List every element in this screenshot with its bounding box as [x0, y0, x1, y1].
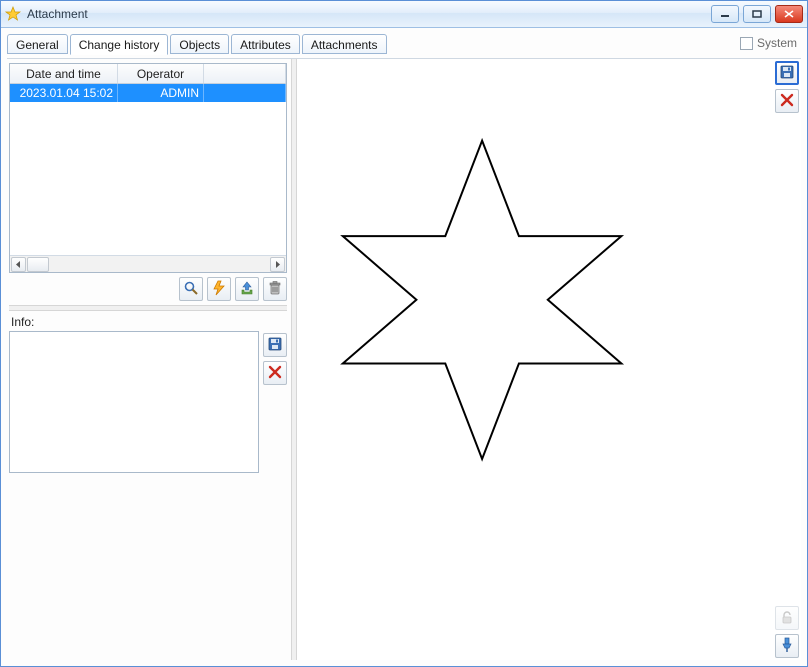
history-grid-body[interactable]: 2023.01.04 15:02 ADMIN: [10, 84, 286, 255]
window-title: Attachment: [27, 7, 88, 21]
trash-icon: [267, 280, 283, 299]
history-col-operator[interactable]: Operator: [118, 64, 204, 83]
trash-button[interactable]: [263, 277, 287, 301]
history-hscrollbar[interactable]: [10, 255, 286, 272]
history-cell-spacer: [204, 84, 286, 102]
search-icon: [183, 280, 199, 299]
system-checkbox-label: System: [757, 36, 797, 50]
info-save-button[interactable]: [263, 333, 287, 357]
history-cell-date: 2023.01.04 15:02: [10, 84, 118, 102]
tab-strip: General Change history Objects Attribute…: [7, 32, 801, 54]
scroll-right-button[interactable]: [270, 257, 285, 272]
tab-change-history[interactable]: Change history: [70, 34, 169, 55]
delete-icon: [780, 93, 794, 110]
pin-icon: [779, 637, 795, 656]
pin-button[interactable]: [775, 634, 799, 658]
history-grid-header: Date and time Operator: [10, 64, 286, 84]
maximize-button[interactable]: [743, 5, 771, 23]
preview-delete-button[interactable]: [775, 89, 799, 113]
info-delete-button[interactable]: [263, 361, 287, 385]
search-button[interactable]: [179, 277, 203, 301]
history-cell-operator: ADMIN: [118, 84, 204, 102]
scroll-left-button[interactable]: [11, 257, 26, 272]
save-icon: [267, 336, 283, 355]
info-label: Info:: [11, 315, 287, 329]
flash-button[interactable]: [207, 277, 231, 301]
upload-icon: [239, 280, 255, 299]
tab-attributes[interactable]: Attributes: [231, 34, 300, 54]
preview-save-button[interactable]: [775, 61, 799, 85]
system-checkbox[interactable]: [740, 37, 753, 50]
history-row[interactable]: 2023.01.04 15:02 ADMIN: [10, 84, 286, 102]
history-toolbar: [9, 273, 287, 303]
tab-attachments[interactable]: Attachments: [302, 34, 387, 54]
save-icon: [779, 64, 795, 83]
star-icon: [5, 6, 21, 22]
right-pane: [297, 59, 801, 660]
flash-icon: [211, 280, 227, 299]
history-col-spacer: [204, 64, 286, 83]
unlock-icon: [779, 609, 795, 628]
scroll-thumb[interactable]: [27, 257, 49, 272]
title-bar: Attachment: [1, 1, 807, 28]
preview-top-toolbar: [775, 61, 799, 113]
minimize-button[interactable]: [711, 5, 739, 23]
history-col-date[interactable]: Date and time: [10, 64, 118, 83]
tab-general[interactable]: General: [7, 34, 68, 54]
info-side-toolbar: [263, 331, 287, 656]
unlock-button: [775, 606, 799, 630]
system-checkbox-area: System: [740, 36, 797, 50]
tab-objects[interactable]: Objects: [170, 34, 229, 54]
info-textarea[interactable]: [9, 331, 259, 473]
left-pane: Date and time Operator 2023.01.04 15:02 …: [7, 59, 291, 660]
delete-icon: [268, 365, 282, 382]
close-button[interactable]: [775, 5, 803, 23]
history-grid[interactable]: Date and time Operator 2023.01.04 15:02 …: [9, 63, 287, 273]
upload-button[interactable]: [235, 277, 259, 301]
scroll-track[interactable]: [27, 257, 269, 272]
attachment-preview: [303, 61, 769, 658]
preview-bottom-toolbar: [775, 606, 799, 658]
horizontal-splitter[interactable]: [9, 305, 287, 311]
